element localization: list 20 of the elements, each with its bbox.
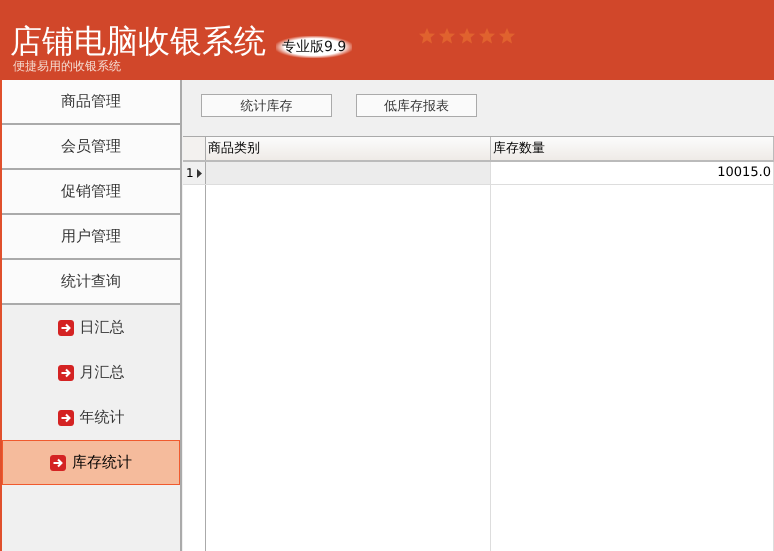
sidebar-item[interactable]: 日汇总 bbox=[2, 305, 180, 350]
row-header[interactable]: 1 bbox=[183, 162, 206, 184]
sidebar-section[interactable]: 统计查询 bbox=[2, 260, 180, 305]
column-header[interactable]: 商品类别 bbox=[206, 137, 491, 160]
sidebar-item[interactable]: 月汇总 bbox=[2, 350, 180, 395]
edition-label: 专业版9.9 bbox=[276, 36, 352, 58]
sidebar-item[interactable]: 库存统计 bbox=[2, 440, 180, 485]
sidebar-section[interactable]: 商品管理 bbox=[2, 80, 180, 125]
sidebar-section[interactable]: 促销管理 bbox=[2, 170, 180, 215]
toolbar-button[interactable]: 低库存报表 bbox=[356, 94, 477, 117]
row-number: 1 bbox=[186, 166, 194, 180]
toolbar-button[interactable]: 统计库存 bbox=[201, 94, 332, 117]
sidebar-section[interactable]: 会员管理 bbox=[2, 125, 180, 170]
sidebar-item[interactable]: 年统计 bbox=[2, 395, 180, 440]
app-subtitle: 便捷易用的收银系统 bbox=[13, 60, 122, 72]
sidebar-section[interactable]: 用户管理 bbox=[2, 215, 180, 260]
corner-header[interactable] bbox=[183, 137, 206, 160]
table-cell: 10015.0 bbox=[491, 162, 774, 184]
column-header[interactable]: 库存数量 bbox=[491, 137, 774, 160]
app-title: 店铺电脑收银系统 bbox=[10, 22, 266, 60]
